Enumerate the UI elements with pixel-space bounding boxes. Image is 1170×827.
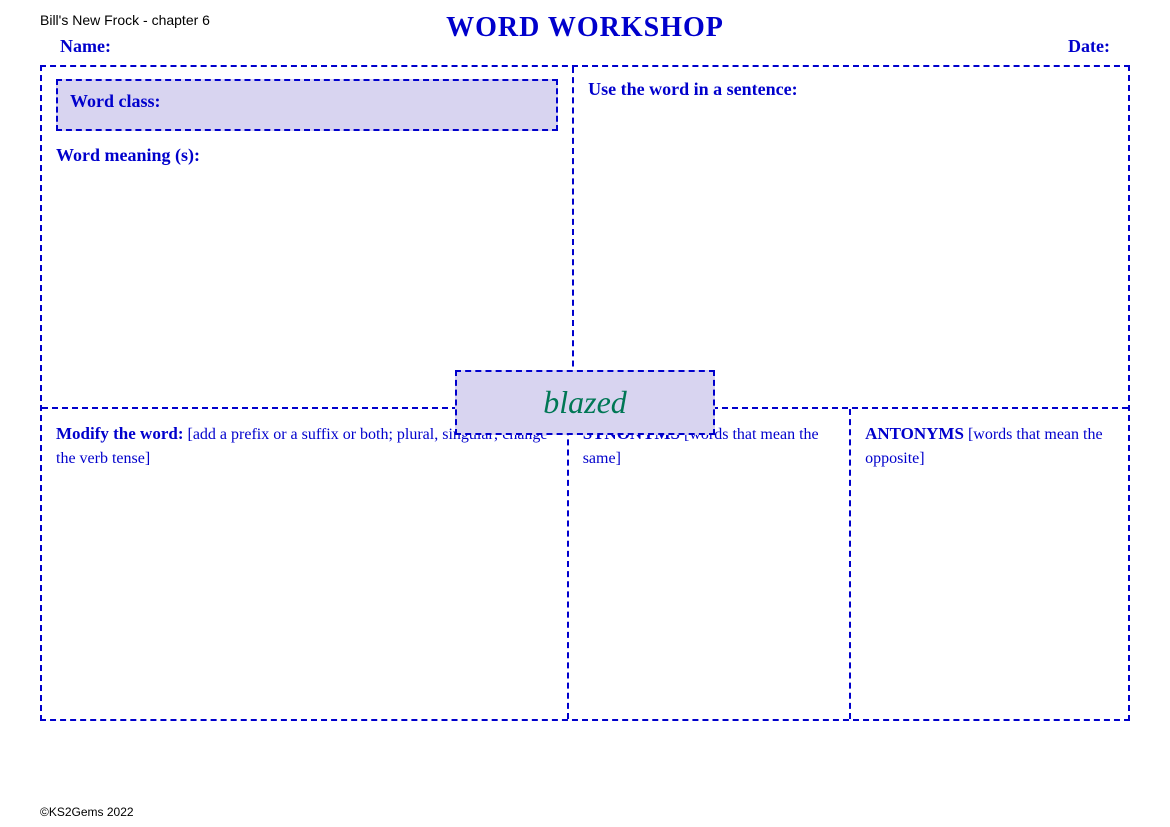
modify-bold-label: Modify the word: [56, 424, 183, 443]
top-section: Word class: Word meaning (s): Use the wo… [42, 67, 1128, 409]
antonyms-panel: ANTONYMS [words that mean the opposite] [851, 409, 1128, 719]
page-header: Bill's New Frock - chapter 6 WORD WORKSH… [0, 0, 1170, 28]
right-top-panel: Use the word in a sentence: [574, 67, 1128, 407]
bottom-section: Modify the word: [add a prefix or a suff… [42, 409, 1128, 719]
workshop-title: WORD WORKSHOP [446, 12, 724, 44]
name-label: Name: [60, 36, 111, 57]
center-word-box: blazed [455, 370, 715, 435]
word-class-box[interactable]: Word class: [56, 79, 558, 131]
left-top-panel: Word class: Word meaning (s): [42, 67, 574, 407]
synonyms-panel: SYNONYMS [words that mean the same] [569, 409, 851, 719]
antonyms-bold-label: ANTONYMS [865, 424, 964, 443]
modify-panel: Modify the word: [add a prefix or a suff… [42, 409, 569, 719]
center-word-container: blazed [455, 370, 715, 435]
word-meaning-label: Word meaning (s): [56, 145, 558, 166]
date-label: Date: [1068, 36, 1110, 57]
use-sentence-label: Use the word in a sentence: [588, 79, 1114, 100]
book-title: Bill's New Frock - chapter 6 [40, 12, 210, 28]
main-grid: Word class: Word meaning (s): Use the wo… [40, 65, 1130, 721]
footer: ©KS2Gems 2022 [40, 805, 134, 819]
center-word: blazed [543, 384, 627, 420]
antonyms-label: ANTONYMS [words that mean the opposite] [865, 421, 1114, 471]
copyright-text: ©KS2Gems 2022 [40, 805, 134, 819]
word-class-label: Word class: [70, 91, 161, 111]
